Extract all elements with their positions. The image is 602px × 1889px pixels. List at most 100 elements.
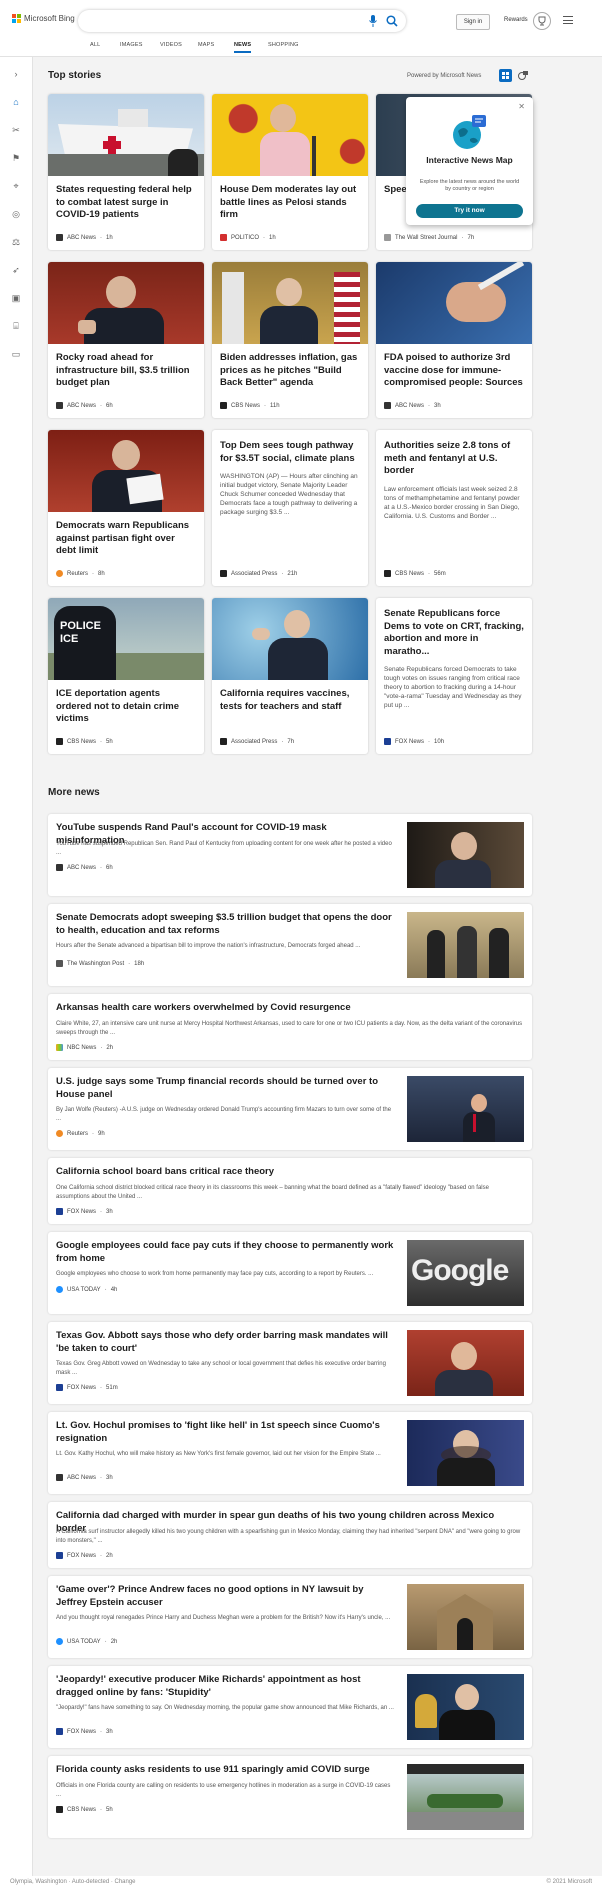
microphone-icon[interactable] bbox=[368, 15, 378, 27]
news-title[interactable]: Google employees could face pay cuts if … bbox=[56, 1240, 396, 1265]
tab-shopping[interactable]: SHOPPING bbox=[268, 42, 299, 48]
story-title[interactable]: Top Dem sees tough pathway for $3.5T soc… bbox=[220, 440, 360, 465]
story-card[interactable]: Authorities seize 2.8 tons of meth and f… bbox=[376, 430, 532, 586]
scissors-icon[interactable]: ✂ bbox=[11, 125, 21, 135]
wsj-icon bbox=[384, 234, 391, 241]
story-card[interactable]: Democrats warn Republicans against parti… bbox=[48, 430, 204, 586]
news-item[interactable]: Florida county asks residents to use 911… bbox=[48, 1756, 532, 1838]
story-card[interactable]: Top Dem sees tough pathway for $3.5T soc… bbox=[212, 430, 368, 586]
news-item[interactable]: Senate Democrats adopt sweeping $3.5 tri… bbox=[48, 904, 532, 986]
tab-maps[interactable]: MAPS bbox=[198, 42, 214, 48]
rocket-icon[interactable]: ➶ bbox=[11, 265, 21, 275]
search-icon[interactable] bbox=[386, 15, 398, 27]
story-card[interactable]: States requesting federal help to combat… bbox=[48, 94, 204, 250]
news-title[interactable]: 'Game over'? Prince Andrew faces no good… bbox=[56, 1584, 396, 1609]
story-source: POLITICO · 1h bbox=[220, 234, 276, 241]
news-source: FOX News · 51m bbox=[56, 1384, 118, 1391]
news-title[interactable]: California school board bans critical ra… bbox=[56, 1166, 524, 1179]
rewards-link[interactable]: Rewards bbox=[504, 17, 528, 23]
story-title[interactable]: Biden addresses inflation, gas prices as… bbox=[220, 352, 360, 390]
story-title[interactable]: House Dem moderates lay out battle lines… bbox=[220, 184, 360, 222]
tab-all[interactable]: ALL bbox=[90, 42, 100, 48]
more-news-heading: More news bbox=[48, 787, 100, 798]
news-item[interactable]: California school board bans critical ra… bbox=[48, 1158, 532, 1224]
news-source: USA TODAY · 2h bbox=[56, 1638, 117, 1645]
story-card[interactable]: Senate Republicans force Dems to vote on… bbox=[376, 598, 532, 754]
tab-videos[interactable]: VIDEOS bbox=[160, 42, 182, 48]
grid-view-icon[interactable] bbox=[499, 69, 512, 82]
story-title[interactable]: Democrats warn Republicans against parti… bbox=[56, 520, 196, 558]
globe-icon[interactable]: ◎ bbox=[11, 209, 21, 219]
news-item[interactable]: U.S. judge says some Trump financial rec… bbox=[48, 1068, 532, 1150]
story-source: ABC News · 3h bbox=[384, 402, 441, 409]
rewards-trophy-icon[interactable] bbox=[533, 12, 551, 30]
location-icon[interactable]: ⌖ bbox=[11, 181, 21, 191]
close-icon[interactable]: ✕ bbox=[518, 102, 525, 111]
story-card[interactable]: Rocky road ahead for infrastructure bill… bbox=[48, 262, 204, 418]
ap-icon bbox=[220, 738, 227, 745]
news-item[interactable]: California dad charged with murder in sp… bbox=[48, 1502, 532, 1568]
home-icon[interactable]: ⌂ bbox=[11, 97, 21, 107]
news-title[interactable]: 'Jeopardy!' executive producer Mike Rich… bbox=[56, 1674, 396, 1699]
news-item[interactable]: YouTube suspends Rand Paul's account for… bbox=[48, 814, 532, 896]
news-title[interactable]: Florida county asks residents to use 911… bbox=[56, 1764, 396, 1777]
news-title[interactable]: U.S. judge says some Trump financial rec… bbox=[56, 1076, 396, 1101]
news-source: USA TODAY · 4h bbox=[56, 1286, 117, 1293]
bank-icon[interactable]: ⌸ bbox=[11, 321, 21, 331]
search-input[interactable] bbox=[78, 10, 406, 32]
story-card[interactable]: House Dem moderates lay out battle lines… bbox=[212, 94, 368, 250]
news-snippet: Lt. Gov. Kathy Hochul, who will make his… bbox=[56, 1451, 381, 1457]
card-icon[interactable]: ▭ bbox=[11, 349, 21, 359]
try-it-now-button[interactable]: Try it now bbox=[416, 204, 523, 218]
politico-icon bbox=[220, 234, 227, 241]
sign-in-button[interactable]: Sign in bbox=[456, 14, 490, 30]
story-card[interactable]: FDA poised to authorize 3rd vaccine dose… bbox=[376, 262, 532, 418]
powered-by-label: Powered by Microsoft News bbox=[407, 73, 482, 79]
flag-icon[interactable]: ⚑ bbox=[11, 153, 21, 163]
menu-icon[interactable] bbox=[563, 16, 573, 24]
news-item[interactable]: Texas Gov. Abbott says those who defy or… bbox=[48, 1322, 532, 1404]
news-source: CBS News · 5h bbox=[56, 1806, 113, 1813]
news-item[interactable]: Arkansas health care workers overwhelmed… bbox=[48, 994, 532, 1060]
story-source: CBS News · 11h bbox=[220, 402, 280, 409]
story-card[interactable]: Biden addresses inflation, gas prices as… bbox=[212, 262, 368, 418]
story-title[interactable]: FDA poised to authorize 3rd vaccine dose… bbox=[384, 352, 524, 390]
story-title[interactable]: States requesting federal help to combat… bbox=[56, 184, 196, 222]
story-title[interactable]: Authorities seize 2.8 tons of meth and f… bbox=[384, 440, 524, 478]
story-image bbox=[48, 262, 204, 344]
film-icon[interactable]: ▣ bbox=[11, 293, 21, 303]
news-snippet: A California surf instructor allegedly k… bbox=[56, 1529, 521, 1544]
news-item[interactable]: Google employees could face pay cuts if … bbox=[48, 1232, 532, 1314]
story-title[interactable]: California requires vaccines, tests for … bbox=[220, 688, 360, 713]
news-source: ABC News · 6h bbox=[56, 864, 113, 871]
news-item[interactable]: 'Game over'? Prince Andrew faces no good… bbox=[48, 1576, 532, 1658]
top-bar: Microsoft Bing Sign in Rewards bbox=[0, 0, 602, 40]
story-card[interactable]: California requires vaccines, tests for … bbox=[212, 598, 368, 754]
expand-chevron-icon[interactable]: › bbox=[11, 69, 21, 79]
bing-logo[interactable]: Microsoft Bing bbox=[12, 14, 75, 23]
news-item[interactable]: 'Jeopardy!' executive producer Mike Rich… bbox=[48, 1666, 532, 1748]
news-source: FOX News · 2h bbox=[56, 1552, 113, 1559]
cbs-news-icon bbox=[56, 1806, 63, 1813]
tab-news[interactable]: NEWS bbox=[234, 42, 252, 53]
story-title[interactable]: Rocky road ahead for infrastructure bill… bbox=[56, 352, 196, 390]
news-title[interactable]: Texas Gov. Abbott says those who defy or… bbox=[56, 1330, 396, 1355]
location-text[interactable]: Olympia, Washington · Auto-detected · Ch… bbox=[10, 1879, 136, 1885]
gavel-icon[interactable]: ⚖ bbox=[11, 237, 21, 247]
story-card[interactable]: POLICE ICE ICE deportation agents ordered… bbox=[48, 598, 204, 754]
story-title[interactable]: Senate Republicans force Dems to vote on… bbox=[384, 608, 524, 658]
news-image bbox=[407, 1330, 524, 1396]
news-title[interactable]: Arkansas health care workers overwhelmed… bbox=[56, 1002, 524, 1015]
story-title[interactable]: ICE deportation agents ordered not to de… bbox=[56, 688, 196, 726]
cbs-news-icon bbox=[220, 402, 227, 409]
abc-news-icon bbox=[56, 1474, 63, 1481]
news-title[interactable]: Senate Democrats adopt sweeping $3.5 tri… bbox=[56, 912, 396, 937]
news-title[interactable]: Lt. Gov. Hochul promises to 'fight like … bbox=[56, 1420, 396, 1445]
news-item[interactable]: Lt. Gov. Hochul promises to 'fight like … bbox=[48, 1412, 532, 1494]
news-image bbox=[407, 1584, 524, 1650]
story-image bbox=[212, 262, 368, 344]
story-source: FOX News · 10h bbox=[384, 738, 444, 745]
tab-images[interactable]: IMAGES bbox=[120, 42, 143, 48]
news-source: Reuters · 9h bbox=[56, 1130, 105, 1137]
news-map-icon[interactable] bbox=[516, 69, 529, 82]
